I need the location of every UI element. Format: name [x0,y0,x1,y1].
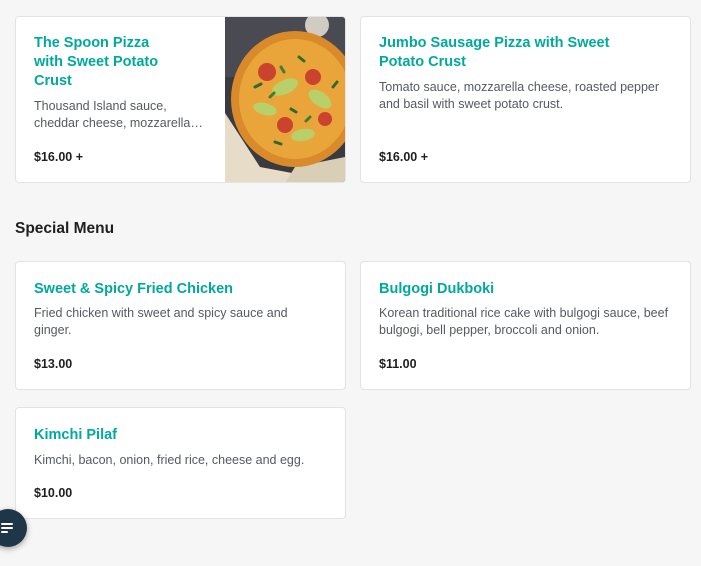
menu-item-price: $10.00 [34,486,73,500]
menu-item-card[interactable]: Kimchi Pilaf Kimchi, bacon, onion, fried… [15,407,346,519]
menu-item-price: $13.00 [34,357,73,371]
section-heading: Special Menu [15,220,115,237]
menu-item-card[interactable]: The Spoon Pizza with Sweet Potato Crust … [15,16,346,183]
menu-item-price: $16.00 + [34,150,84,164]
menu-item-description: Kimchi, bacon, onion, fried rice, cheese… [34,453,305,467]
menu-item-title: Bulgogi Dukboki [379,281,495,297]
menu-item-card[interactable]: Sweet & Spicy Fried Chicken Fried chicke… [15,261,346,390]
menu-item-price: $11.00 [379,357,417,371]
menu-item-description: Korean traditional rice cake with bulgog… [379,306,669,337]
menu-item-description: Thousand Island sauce, cheddar cheese, m… [34,99,203,130]
menu-item-description: Tomato sauce, mozzarella cheese, roasted… [379,80,660,111]
menu-item-title: Sweet & Spicy Fried Chicken [34,281,234,297]
menu-item-title: Kimchi Pilaf [34,427,117,443]
menu-lines-icon [1,522,15,534]
menu-item-price: $16.00 + [379,150,429,164]
menu-item-card[interactable]: Jumbo Sausage Pizza with Sweet Potato Cr… [360,16,691,183]
menu-item-title: Jumbo Sausage Pizza with Sweet Potato Cr… [379,35,610,70]
menu-item-description: Fried chicken with sweet and spicy sauce… [34,306,288,337]
menu-item-card[interactable]: Bulgogi Dukboki Korean traditional rice … [360,261,691,390]
menu-item-title: The Spoon Pizza with Sweet Potato Crust [34,35,159,89]
pizza-photo [225,17,345,182]
